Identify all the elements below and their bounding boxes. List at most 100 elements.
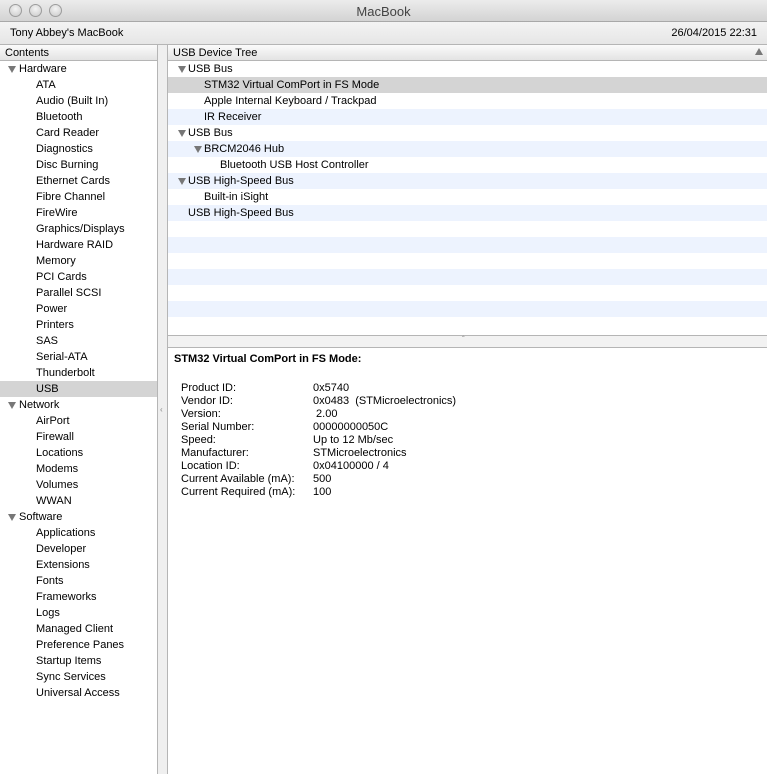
sidebar-item-applications[interactable]: Applications	[0, 525, 157, 541]
usb-tree-row-label: USB Bus	[188, 63, 233, 75]
report-datetime: 26/04/2015 22:31	[671, 27, 757, 39]
sidebar-item-sync-services[interactable]: Sync Services	[0, 669, 157, 685]
sidebar-item-pci-cards[interactable]: PCI Cards	[0, 269, 157, 285]
disclosure-triangle-icon[interactable]	[8, 402, 16, 409]
sidebar-item-airport[interactable]: AirPort	[0, 413, 157, 429]
sidebar-item-universal-access[interactable]: Universal Access	[0, 685, 157, 701]
detail-row: Speed: Up to 12 Mb/sec	[181, 434, 761, 447]
detail-row: Manufacturer: STMicroelectronics	[181, 447, 761, 460]
vertical-splitter[interactable]: ‹	[158, 45, 168, 774]
usb-tree-empty-row	[168, 237, 767, 253]
sidebar-item-firewire[interactable]: FireWire	[0, 205, 157, 221]
sidebar-item-modems[interactable]: Modems	[0, 461, 157, 477]
usb-tree-row-label: Apple Internal Keyboard / Trackpad	[204, 95, 377, 107]
usb-tree-row[interactable]: STM32 Virtual ComPort in FS Mode	[168, 77, 767, 93]
sidebar-item-extensions[interactable]: Extensions	[0, 557, 157, 573]
sidebar-item-developer[interactable]: Developer	[0, 541, 157, 557]
detail-value: 2.00	[313, 408, 338, 420]
sidebar-group-hardware[interactable]: Hardware	[0, 61, 157, 77]
sidebar-item-usb[interactable]: USB	[0, 381, 157, 397]
disclosure-triangle-icon[interactable]	[178, 130, 186, 137]
usb-device-tree: USB Bus STM32 Virtual ComPort in FS Mode A…	[168, 61, 767, 336]
sidebar-item-hardware-raid[interactable]: Hardware RAID	[0, 237, 157, 253]
usb-tree-row-label: USB High-Speed Bus	[188, 175, 294, 187]
detail-row: Current Required (mA): 100	[181, 486, 761, 499]
usb-tree-row-label: BRCM2046 Hub	[204, 143, 285, 155]
sidebar-item-thunderbolt[interactable]: Thunderbolt	[0, 365, 157, 381]
sidebar-item-startup-items[interactable]: Startup Items	[0, 653, 157, 669]
detail-row: Location ID: 0x04100000 / 4	[181, 460, 761, 473]
usb-tree-empty-row	[168, 317, 767, 333]
usb-tree-empty-row	[168, 221, 767, 237]
detail-value: STMicroelectronics	[313, 447, 407, 459]
sidebar-item-ata[interactable]: ATA	[0, 77, 157, 93]
usb-tree-row[interactable]: USB Bus	[168, 125, 767, 141]
sidebar-item-firewall[interactable]: Firewall	[0, 429, 157, 445]
sidebar-item-disc-burning[interactable]: Disc Burning	[0, 157, 157, 173]
sidebar-group-software[interactable]: Software	[0, 509, 157, 525]
disclosure-triangle-icon[interactable]	[8, 66, 16, 73]
contents-sidebar: Contents Hardware ATA Audio (Built In) Blue…	[0, 45, 158, 774]
detail-key: Manufacturer:	[181, 447, 249, 459]
sidebar-group-network[interactable]: Network	[0, 397, 157, 413]
sidebar-item-ethernet-cards[interactable]: Ethernet Cards	[0, 173, 157, 189]
detail-value: 500	[313, 473, 332, 485]
sidebar-item-diagnostics[interactable]: Diagnostics	[0, 141, 157, 157]
usb-tree-row[interactable]: Apple Internal Keyboard / Trackpad	[168, 93, 767, 109]
title-bar: MacBook	[0, 0, 767, 22]
detail-value: 00000000050C	[313, 421, 389, 433]
right-pane: USB Device Tree USB Bus STM32 Virtual Com…	[168, 45, 767, 774]
usb-tree-row[interactable]: IR Receiver	[168, 109, 767, 125]
usb-tree-empty-row	[168, 253, 767, 269]
disclosure-triangle-icon[interactable]	[194, 146, 202, 153]
usb-tree-empty-row	[168, 301, 767, 317]
sidebar-item-printers[interactable]: Printers	[0, 317, 157, 333]
disclosure-triangle-icon[interactable]	[178, 66, 186, 73]
sort-ascending-icon[interactable]	[755, 48, 763, 55]
usb-tree-empty-row	[168, 269, 767, 285]
detail-row: Version: 2.00	[181, 408, 761, 421]
usb-tree-row[interactable]: USB Bus	[168, 61, 767, 77]
sidebar-item-frameworks[interactable]: Frameworks	[0, 589, 157, 605]
usb-tree-row[interactable]: BRCM2046 Hub	[168, 141, 767, 157]
sidebar-item-volumes[interactable]: Volumes	[0, 477, 157, 493]
details-fields: Product ID: 0x5740 Vendor ID: 0x0483 (STMic…	[174, 382, 761, 499]
usb-tree-empty-row	[168, 285, 767, 301]
sidebar-item-parallel-scsi[interactable]: Parallel SCSI	[0, 285, 157, 301]
sidebar-item-audio-built-in[interactable]: Audio (Built In)	[0, 93, 157, 109]
sidebar-item-bluetooth[interactable]: Bluetooth	[0, 109, 157, 125]
usb-tree-row[interactable]: USB High-Speed Bus	[168, 205, 767, 221]
detail-key: Vendor ID:	[181, 395, 233, 407]
disclosure-triangle-icon[interactable]	[8, 514, 16, 521]
detail-key: Current Required (mA):	[181, 486, 296, 498]
sidebar-item-card-reader[interactable]: Card Reader	[0, 125, 157, 141]
usb-tree-row-label: STM32 Virtual ComPort in FS Mode	[204, 79, 380, 91]
sidebar-item-sas[interactable]: SAS	[0, 333, 157, 349]
sidebar-item-wwan[interactable]: WWAN	[0, 493, 157, 509]
detail-key: Speed:	[181, 434, 216, 446]
sidebar-item-locations[interactable]: Locations	[0, 445, 157, 461]
contents-header[interactable]: Contents	[0, 45, 157, 61]
info-bar: Tony Abbey's MacBook 26/04/2015 22:31	[0, 22, 767, 45]
sidebar-item-managed-client[interactable]: Managed Client	[0, 621, 157, 637]
sidebar-item-preference-panes[interactable]: Preference Panes	[0, 637, 157, 653]
sidebar-item-fibre-channel[interactable]: Fibre Channel	[0, 189, 157, 205]
disclosure-triangle-icon[interactable]	[178, 178, 186, 185]
usb-tree-row[interactable]: Built-in iSight	[168, 189, 767, 205]
usb-tree-row[interactable]: Bluetooth USB Host Controller	[168, 157, 767, 173]
splitter-grip-icon: ˆ	[462, 335, 465, 344]
sidebar-item-logs[interactable]: Logs	[0, 605, 157, 621]
window-title: MacBook	[356, 4, 411, 19]
sidebar-item-fonts[interactable]: Fonts	[0, 573, 157, 589]
sidebar-item-serial-ata[interactable]: Serial-ATA	[0, 349, 157, 365]
usb-tree-header[interactable]: USB Device Tree	[168, 45, 767, 61]
usb-tree-row[interactable]: USB High-Speed Bus	[168, 173, 767, 189]
sidebar-item-power[interactable]: Power	[0, 301, 157, 317]
horizontal-splitter[interactable]: ˆ	[168, 335, 767, 348]
usb-tree-row-label: USB Bus	[188, 127, 233, 139]
device-details: STM32 Virtual ComPort in FS Mode: Produc…	[168, 348, 767, 504]
detail-value: Up to 12 Mb/sec	[313, 434, 394, 446]
machine-name: Tony Abbey's MacBook	[10, 27, 124, 39]
sidebar-item-graphics-displays[interactable]: Graphics/Displays	[0, 221, 157, 237]
sidebar-item-memory[interactable]: Memory	[0, 253, 157, 269]
